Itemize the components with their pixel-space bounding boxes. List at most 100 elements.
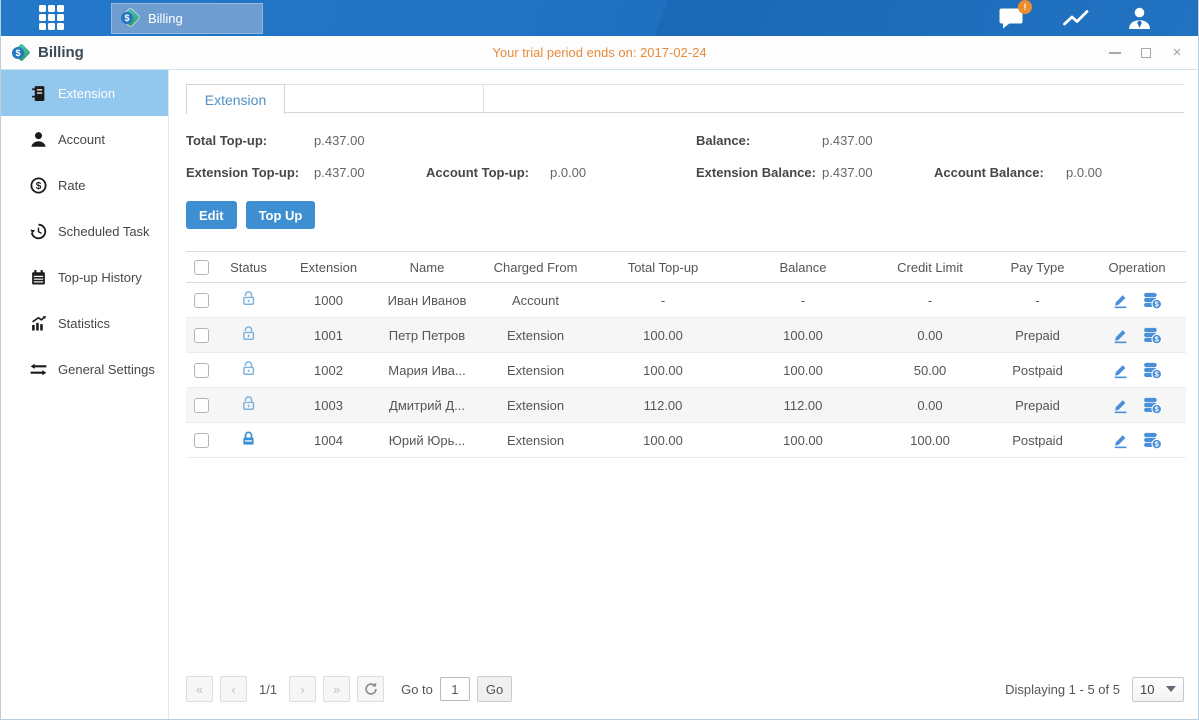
tab-strip: Extension <box>186 84 1184 113</box>
account-balance-value: p.0.00 <box>1066 165 1184 180</box>
cell-extension: 1001 <box>281 318 376 353</box>
edit-button[interactable]: Edit <box>186 201 237 229</box>
balance-value: p.437.00 <box>822 133 934 148</box>
pagination-bar: « ‹ 1/1 › » Go to Go Displaying 1 - 5 of… <box>186 667 1184 719</box>
sidebar-item-rate[interactable]: $ Rate <box>1 162 168 208</box>
unlocked-icon <box>240 290 257 310</box>
top-up-coins-icon[interactable]: $ <box>1143 432 1162 449</box>
sidebar-item-general-settings[interactable]: General Settings <box>1 346 168 392</box>
svg-text:$: $ <box>1155 370 1159 378</box>
last-page-button[interactable]: » <box>323 676 350 702</box>
cell-name: Мария Ива... <box>376 353 478 388</box>
next-page-button[interactable]: › <box>289 676 316 702</box>
page-size-select[interactable]: 10 <box>1132 677 1184 702</box>
sidebar-item-statistics[interactable]: Statistics <box>1 300 168 346</box>
sidebar-item-label: Extension <box>58 86 115 101</box>
table-row: 1002 Мария Ива... Extension 100.00 100.0… <box>186 353 1186 388</box>
refresh-button[interactable] <box>357 676 384 702</box>
cell-charged-from: Extension <box>478 318 593 353</box>
table-row: 1003 Дмитрий Д... Extension 112.00 112.0… <box>186 388 1186 423</box>
row-checkbox[interactable] <box>194 398 209 413</box>
extension-balance-label: Extension Balance: <box>696 165 822 180</box>
chart-growth-icon <box>30 315 47 332</box>
maximize-button[interactable] <box>1139 46 1153 60</box>
row-checkbox[interactable] <box>194 293 209 308</box>
sidebar-item-extension[interactable]: Extension <box>1 70 168 116</box>
top-up-button[interactable]: Top Up <box>246 201 316 229</box>
top-up-coins-icon[interactable]: $ <box>1143 327 1162 344</box>
svg-text:$: $ <box>1155 440 1159 448</box>
unlocked-icon <box>240 360 257 380</box>
cell-total-topup: 100.00 <box>593 318 733 353</box>
header-operation: Operation <box>1088 252 1186 283</box>
extension-balance-value: p.437.00 <box>822 165 934 180</box>
header-status: Status <box>216 252 281 283</box>
cell-pay-type: - <box>987 283 1088 318</box>
top-up-coins-icon[interactable]: $ <box>1143 362 1162 379</box>
row-checkbox[interactable] <box>194 433 209 448</box>
app-launcher-icon[interactable] <box>39 5 65 31</box>
svg-text:$: $ <box>1155 405 1159 413</box>
header-total-topup: Total Top-up <box>593 252 733 283</box>
sidebar-item-label: Statistics <box>58 316 110 331</box>
history-clock-icon <box>30 223 47 240</box>
sidebar: Extension Account $ Rate Scheduled Task … <box>1 70 169 719</box>
minimize-button[interactable] <box>1108 46 1122 60</box>
toolbar: Edit Top Up <box>186 201 1184 229</box>
svg-text:$: $ <box>1155 335 1159 343</box>
edit-pencil-icon[interactable] <box>1112 362 1129 379</box>
page-indicator: 1/1 <box>259 682 277 697</box>
close-button[interactable]: × <box>1170 46 1184 60</box>
cell-extension: 1004 <box>281 423 376 458</box>
sidebar-item-label: Rate <box>58 178 85 193</box>
sidebar-item-account[interactable]: Account <box>1 116 168 162</box>
cell-total-topup: 100.00 <box>593 423 733 458</box>
first-page-button[interactable]: « <box>186 676 213 702</box>
unlocked-icon <box>240 395 257 415</box>
sidebar-item-label: Scheduled Task <box>58 224 150 239</box>
cell-balance: - <box>733 283 873 318</box>
cell-balance: 100.00 <box>733 423 873 458</box>
cell-total-topup: - <box>593 283 733 318</box>
balance-label: Balance: <box>696 133 822 148</box>
top-up-coins-icon[interactable]: $ <box>1143 292 1162 309</box>
edit-pencil-icon[interactable] <box>1112 432 1129 449</box>
extension-topup-label: Extension Top-up: <box>186 165 314 180</box>
user-account-icon[interactable] <box>1127 7 1152 30</box>
header-charged-from: Charged From <box>478 252 593 283</box>
cell-total-topup: 112.00 <box>593 388 733 423</box>
row-checkbox[interactable] <box>194 328 209 343</box>
billing-app-icon: $ <box>11 43 31 63</box>
cell-balance: 100.00 <box>733 318 873 353</box>
billing-dollar-diamond-icon: $ <box>120 8 140 28</box>
cell-name: Петр Петров <box>376 318 478 353</box>
cell-charged-from: Extension <box>478 388 593 423</box>
top-up-coins-icon[interactable]: $ <box>1143 397 1162 414</box>
sidebar-item-top-up-history[interactable]: Top-up History <box>1 254 168 300</box>
select-all-checkbox[interactable] <box>194 260 209 275</box>
displaying-range-text: Displaying 1 - 5 of 5 <box>1005 682 1120 697</box>
svg-text:$: $ <box>1155 300 1159 308</box>
cell-pay-type: Prepaid <box>987 318 1088 353</box>
go-button[interactable]: Go <box>477 676 512 702</box>
goto-page-input[interactable] <box>440 677 470 701</box>
window-title: Billing <box>38 44 84 61</box>
edit-pencil-icon[interactable] <box>1112 292 1129 309</box>
edit-pencil-icon[interactable] <box>1112 327 1129 344</box>
cell-charged-from: Extension <box>478 353 593 388</box>
reports-chart-icon[interactable] <box>1063 8 1089 28</box>
taskbar-tab-billing[interactable]: $ Billing <box>111 3 263 34</box>
total-topup-label: Total Top-up: <box>186 133 314 148</box>
tab-ghost-area <box>285 84 484 112</box>
notifications-chat-icon[interactable]: ! <box>999 7 1025 29</box>
header-balance: Balance <box>733 252 873 283</box>
extension-topup-value: p.437.00 <box>314 165 426 180</box>
sidebar-item-scheduled-task[interactable]: Scheduled Task <box>1 208 168 254</box>
cell-pay-type: Postpaid <box>987 353 1088 388</box>
row-checkbox[interactable] <box>194 363 209 378</box>
tab-extension[interactable]: Extension <box>186 84 285 114</box>
sidebar-item-label: Top-up History <box>58 270 142 285</box>
edit-pencil-icon[interactable] <box>1112 397 1129 414</box>
prev-page-button[interactable]: ‹ <box>220 676 247 702</box>
window-titlebar: Your trial period ends on: 2017-02-24 $ … <box>1 36 1198 70</box>
